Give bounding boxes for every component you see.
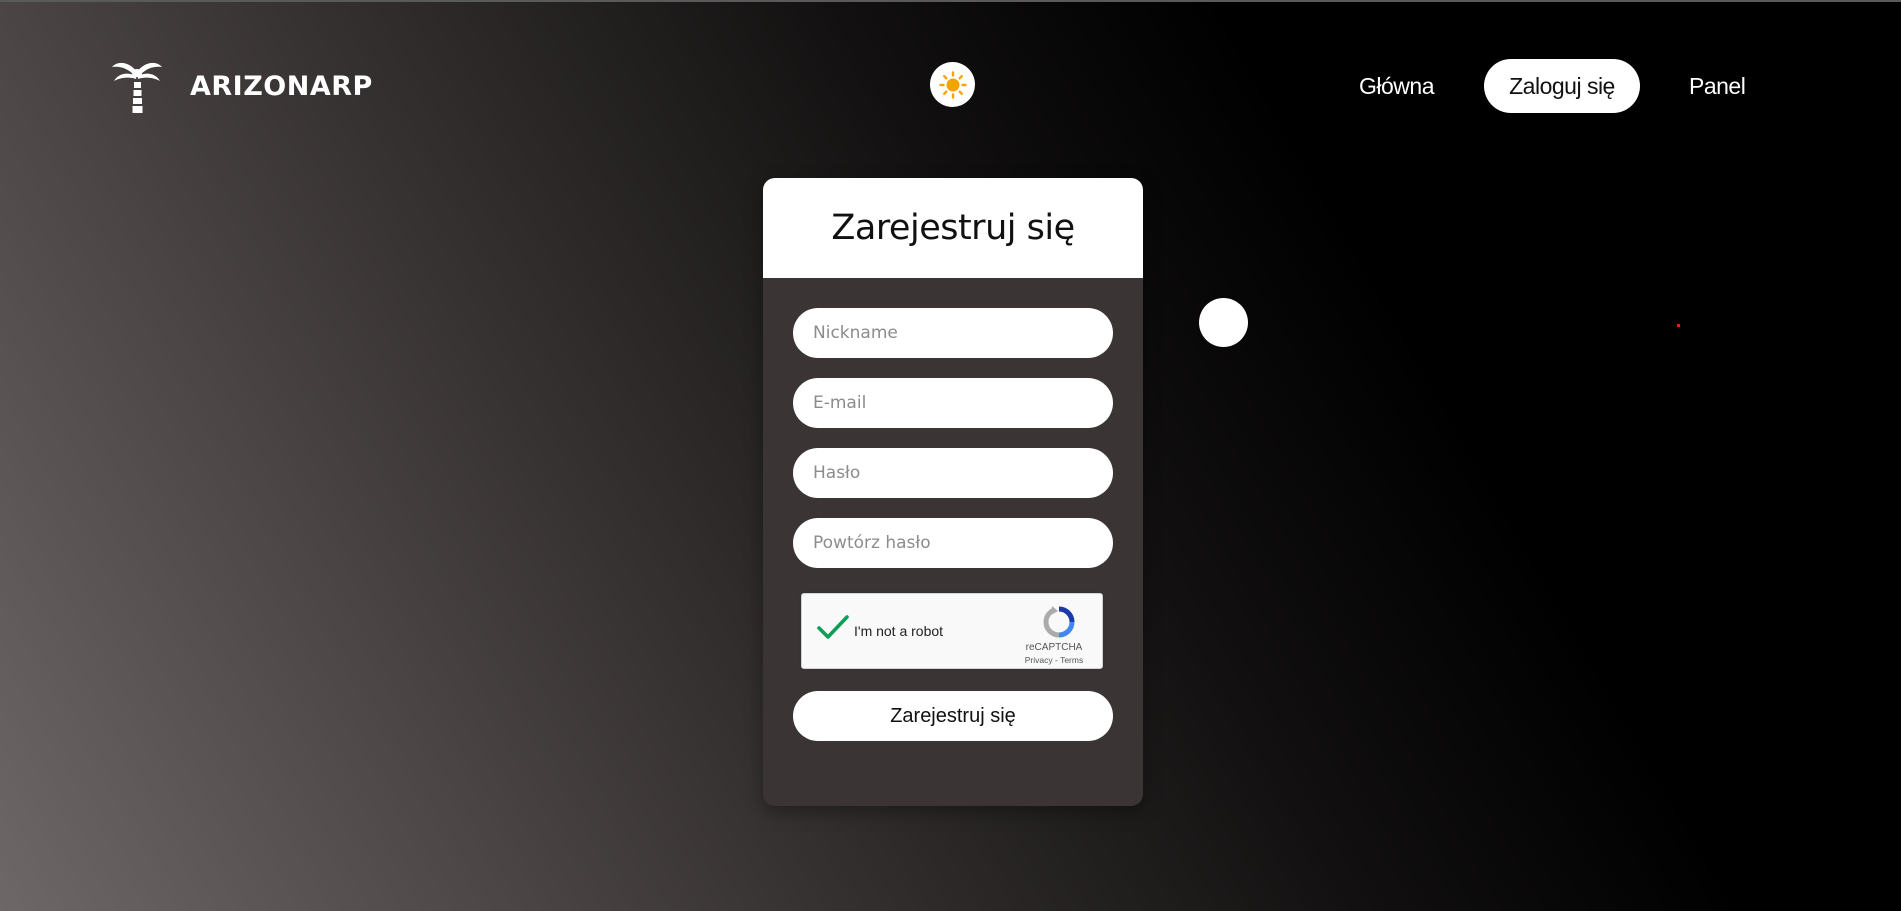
recaptcha-label: I'm not a robot (854, 623, 944, 639)
recaptcha-widget: I'm not a robot reCAPTCHA Privacy - Term… (801, 593, 1103, 669)
recaptcha-logo-icon (1043, 606, 1075, 638)
email-input[interactable] (793, 378, 1113, 428)
main-nav: Główna Zaloguj się Panel (0, 59, 1901, 113)
nickname-input[interactable] (793, 308, 1113, 358)
nav-item-glowna[interactable]: Główna (1359, 59, 1434, 113)
decorative-circle (1199, 298, 1248, 347)
password-input[interactable] (793, 448, 1113, 498)
recaptcha-privacy-link[interactable]: Privacy (1025, 655, 1053, 665)
recaptcha-brand: reCAPTCHA (1025, 642, 1083, 653)
recaptcha-terms-link[interactable]: Terms (1060, 655, 1083, 665)
password-repeat-input[interactable] (793, 518, 1113, 568)
nav-item-panel[interactable]: Panel (1689, 59, 1746, 113)
decorative-dot (1677, 324, 1680, 327)
register-card: Zarejestruj się I'm not a robot reCAPTCH… (763, 178, 1143, 806)
top-border (0, 0, 1901, 2)
register-submit-button[interactable]: Zarejestruj się (793, 691, 1113, 741)
register-card-header: Zarejestruj się (763, 178, 1143, 278)
recaptcha-links: Privacy - Terms (1008, 655, 1100, 665)
checkmark-icon[interactable] (816, 614, 850, 642)
recaptcha-separator: - (1055, 655, 1058, 665)
register-title: Zarejestruj się (831, 208, 1075, 248)
nav-item-zaloguj[interactable]: Zaloguj się (1484, 59, 1640, 113)
